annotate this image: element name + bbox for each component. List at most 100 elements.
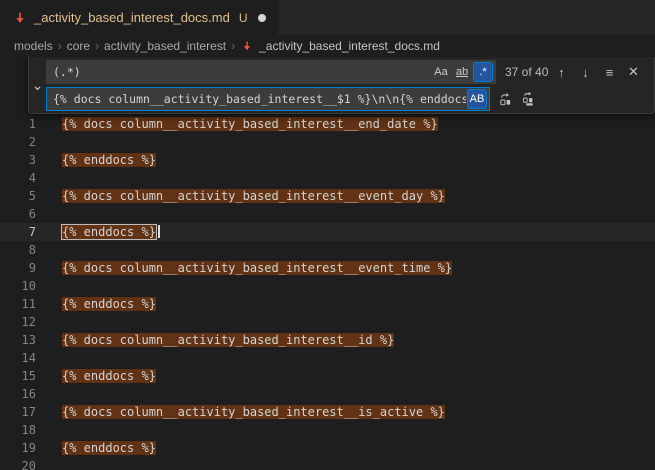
line-content [36,349,62,367]
breadcrumb-item-models[interactable]: models [14,39,53,53]
line-content: {% docs column__activity_based_interest_… [36,403,445,421]
find-in-selection-button[interactable]: ≡ [599,62,620,83]
editor-line[interactable]: 2 [0,133,655,151]
line-number[interactable]: 6 [0,205,36,223]
line-number[interactable]: 10 [0,277,36,295]
match-case-button[interactable]: Aa [431,62,451,82]
line-content [36,241,62,259]
editor-line[interactable]: 10 [0,277,655,295]
line-content [36,457,62,470]
line-number[interactable]: 20 [0,457,36,470]
replace-input-value: {% docs column__activity_based_interest_… [53,92,466,106]
editor-line[interactable]: 18 [0,421,655,439]
editor-line[interactable]: 9 {% docs column__activity_based_interest… [0,259,655,277]
editor-line[interactable]: 15 {% enddocs %} [0,367,655,385]
line-content [36,169,62,187]
find-next-button[interactable]: ↓ [575,62,596,83]
close-button[interactable]: ✕ [623,62,644,83]
line-content [36,277,62,295]
editor-line[interactable]: 5 {% docs column__activity_based_interest… [0,187,655,205]
replace-all-icon [522,92,537,107]
line-number[interactable]: 16 [0,385,36,403]
find-match-highlight: {% docs column__activity_based_interest_… [62,117,438,131]
whole-word-button[interactable]: ab [452,62,472,82]
editor-line[interactable]: 17{% docs column__activity_based_interes… [0,403,655,421]
unsaved-dot-icon[interactable] [258,14,266,22]
line-content: {% docs column__activity_based_interest_… [36,115,438,133]
line-content: {% docs column__activity_based_interest_… [36,187,445,205]
editor-line[interactable]: 4 [0,169,655,187]
line-content: {% docs column__activity_based_interest_… [36,259,452,277]
find-previous-button[interactable]: ↑ [551,62,572,83]
preserve-case-button[interactable]: AB [467,89,487,109]
editor-line[interactable]: 3 {% enddocs %} [0,151,655,169]
editor-line[interactable]: 13{% docs column__activity_based_interes… [0,331,655,349]
line-number[interactable]: 12 [0,313,36,331]
find-match-highlight: {% enddocs %} [62,441,156,455]
find-match-highlight: {% enddocs %} [62,297,156,311]
text-cursor [158,225,160,238]
editor-line[interactable]: 7 {% enddocs %} [0,223,655,241]
regex-button[interactable]: .* [473,62,493,82]
line-number[interactable]: 14 [0,349,36,367]
line-number[interactable]: 13 [0,331,36,349]
line-number[interactable]: 4 [0,169,36,187]
line-content: {% enddocs %} [36,367,156,385]
line-content [36,385,62,403]
line-number[interactable]: 3 [0,151,36,169]
line-number[interactable]: 15 [0,367,36,385]
git-status-badge: U [239,11,248,25]
line-content: {% enddocs %} [36,295,156,313]
breadcrumb-separator-icon: › [231,39,235,53]
line-content [36,205,62,223]
breadcrumb-separator-icon: › [95,39,99,53]
editor-line[interactable]: 1 {% docs column__activity_based_interest… [0,115,655,133]
find-row: (.*) Aa ab .* 37 of 40 ↑ ↓ ≡ ✕ [46,60,648,84]
breadcrumb: models › core › activity_based_interest … [0,35,655,57]
editor-line[interactable]: 20 [0,457,655,470]
editor-tab[interactable]: _activity_based_interest_docs.md U [0,0,279,35]
line-content [36,421,62,439]
replace-all-button[interactable] [519,89,540,110]
line-number[interactable]: 5 [0,187,36,205]
find-match-highlight: {% docs column__activity_based_interest_… [62,261,452,275]
line-content: {% enddocs %} [36,439,156,457]
editor-line[interactable]: 6 [0,205,655,223]
find-match-highlight: {% enddocs %} [62,369,156,383]
tab-filename: _activity_based_interest_docs.md [34,10,230,25]
editor-lines: 1 {% docs column__activity_based_interest… [0,57,655,470]
breadcrumb-file[interactable]: _activity_based_interest_docs.md [259,39,440,53]
editor-line[interactable]: 8 [0,241,655,259]
find-input[interactable]: (.*) Aa ab .* [46,60,496,84]
replace-icon [498,92,513,107]
line-number[interactable]: 8 [0,241,36,259]
editor[interactable]: 1 {% docs column__activity_based_interest… [0,57,655,470]
line-number[interactable]: 19 [0,439,36,457]
line-number[interactable]: 11 [0,295,36,313]
line-number[interactable]: 9 [0,259,36,277]
editor-line[interactable]: 11 {% enddocs %} [0,295,655,313]
line-number[interactable]: 1 [0,115,36,133]
editor-line[interactable]: 12 [0,313,655,331]
editor-line[interactable]: 19 {% enddocs %} [0,439,655,457]
line-content: {% docs column__activity_based_interest_… [36,331,394,349]
replace-button[interactable] [495,89,516,110]
editor-line[interactable]: 16 [0,385,655,403]
find-match-highlight: {% docs column__activity_based_interest_… [62,189,445,203]
replace-input[interactable]: {% docs column__activity_based_interest_… [46,87,490,111]
line-number[interactable]: 18 [0,421,36,439]
line-number[interactable]: 17 [0,403,36,421]
find-match-highlight: {% enddocs %} [62,153,156,167]
line-number[interactable]: 2 [0,133,36,151]
editor-line[interactable]: 14 [0,349,655,367]
toggle-replace-button[interactable]: ⌄ [29,57,46,113]
breadcrumb-item-core[interactable]: core [67,39,90,53]
dbt-file-icon [241,40,254,53]
line-content [36,313,62,331]
line-content: {% enddocs %} [36,223,160,241]
current-find-match: {% enddocs %} [62,225,156,239]
breadcrumb-item-activity-based-interest[interactable]: activity_based_interest [104,39,226,53]
find-widget: ⌄ (.*) Aa ab .* 37 of 40 ↑ ↓ ≡ ✕ [28,57,655,114]
results-count: 37 of 40 [505,65,548,79]
line-number[interactable]: 7 [0,223,36,241]
